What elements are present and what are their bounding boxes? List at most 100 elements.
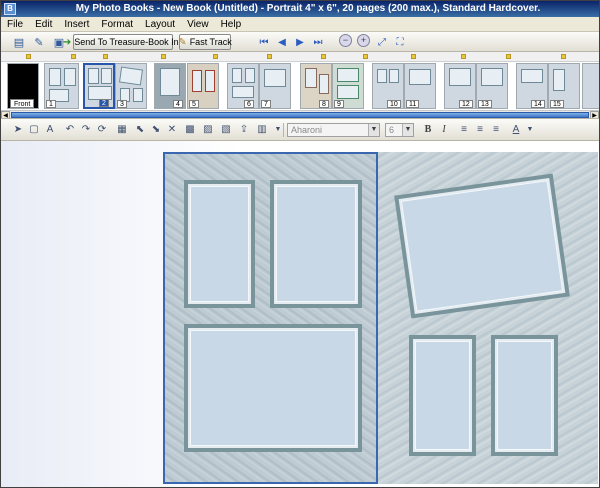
marker-icon (321, 54, 326, 59)
new-book-icon[interactable]: ▤ (11, 34, 27, 50)
thumbnail-page-1[interactable]: 1 (44, 63, 79, 109)
photo-slot[interactable] (497, 341, 552, 450)
undo-icon[interactable]: ↶ (63, 123, 77, 137)
app-window: B My Photo Books - New Book (Untitled) -… (0, 0, 600, 488)
previous-page-icon[interactable]: ◀ (275, 34, 289, 50)
menu-file[interactable]: File (1, 19, 29, 30)
photo-slot[interactable] (190, 186, 249, 302)
marker-icon (213, 54, 218, 59)
thumbnail-scrollbar[interactable]: ◀ ▶ (1, 110, 599, 118)
scrollbar-thumb[interactable] (11, 112, 589, 118)
background-icon[interactable]: ▨ (201, 123, 215, 137)
align-center-icon[interactable]: ≡ (473, 123, 487, 137)
align-right-icon[interactable]: ≡ (489, 123, 503, 137)
thumbnail-page-4[interactable]: 4 (154, 63, 186, 109)
thumbnail-label: Front (10, 99, 35, 108)
thumbnail-page-number: 4 (173, 100, 183, 108)
thumbnail-front[interactable]: Front (7, 63, 39, 109)
open-book-icon[interactable]: ✎ (31, 34, 47, 50)
next-page-icon[interactable]: ▶ (293, 34, 307, 50)
menu-view[interactable]: View (181, 19, 215, 30)
upload-icon[interactable]: ⇪ (237, 123, 251, 137)
menu-insert[interactable]: Insert (58, 19, 95, 30)
send-backward-icon[interactable]: ⬊ (149, 123, 163, 137)
thumbnail-page-number: 8 (319, 100, 329, 108)
menu-edit[interactable]: Edit (29, 19, 58, 30)
chart-icon[interactable]: ▥ (255, 123, 269, 137)
thumbnail-page-12[interactable]: 12 (444, 63, 476, 109)
thumbnail-page-5[interactable]: 5 (187, 63, 219, 109)
photo-frame[interactable] (270, 180, 362, 308)
refresh-icon[interactable]: ⟳ (95, 123, 109, 137)
photo-slot[interactable] (190, 330, 356, 446)
fast-track-button[interactable]: ✎ Fast Track (178, 34, 232, 50)
window-title: My Photo Books - New Book (Untitled) - P… (75, 3, 541, 14)
photo-slot[interactable] (276, 186, 356, 302)
scroll-left-icon[interactable]: ◀ (1, 111, 10, 118)
add-text-icon[interactable]: A (43, 123, 57, 137)
thumbnail-page-11[interactable]: 11 (404, 63, 436, 109)
photo-frame[interactable] (184, 180, 255, 308)
thumbnail-page-7[interactable]: 7 (259, 63, 291, 109)
menu-help[interactable]: Help (215, 19, 248, 30)
chevron-down-icon: ▼ (368, 124, 379, 136)
thumbnail-page-number: 2 (99, 99, 109, 107)
font-size-select[interactable]: 6 ▼ (385, 123, 414, 137)
thumbnail-page-number: 15 (550, 100, 564, 108)
thumbnail-page-3[interactable]: 3 (115, 63, 147, 109)
thumbnail-page-9[interactable]: 9 (332, 63, 364, 109)
image-icon[interactable]: ▩ (183, 123, 197, 137)
zoom-in-icon[interactable]: + (357, 34, 370, 47)
italic-button[interactable]: I (437, 123, 451, 137)
add-frame-icon[interactable]: ▢ (27, 123, 41, 137)
thumbnail-page-8[interactable]: 8 (300, 63, 332, 109)
thumbnail-page-number: 12 (459, 100, 473, 108)
crop-icon[interactable]: ▦ (115, 123, 129, 137)
page-canvas (1, 141, 599, 487)
delete-icon[interactable]: ✕ (165, 123, 179, 137)
app-icon: B (4, 3, 16, 15)
bold-button[interactable]: B (421, 123, 435, 137)
font-name-select[interactable]: Aharoni ▼ (287, 123, 380, 137)
pencil-icon: ✎ (178, 36, 187, 48)
fit-page-icon[interactable]: ⤢ (375, 34, 389, 50)
thumbnail-page-6[interactable]: 6 (227, 63, 259, 109)
text-color-icon[interactable]: A (509, 123, 523, 137)
text-color-dropdown-icon[interactable]: ▼ (523, 123, 537, 137)
thumbnail-page-number: 10 (387, 100, 401, 108)
first-page-icon[interactable]: ⏮ (257, 34, 271, 50)
menu-layout[interactable]: Layout (139, 19, 181, 30)
thumbnail-page-14[interactable]: 14 (516, 63, 548, 109)
scroll-right-icon[interactable]: ▶ (590, 111, 599, 118)
photo-effect-icon[interactable]: ▧ (219, 123, 233, 137)
thumbnail-page-number: 14 (531, 100, 545, 108)
photo-frame[interactable] (184, 324, 362, 452)
right-page[interactable] (378, 152, 598, 484)
menu-format[interactable]: Format (95, 19, 139, 30)
thumbnail-page-2[interactable]: 2 (83, 63, 115, 109)
thumbnail-page-10[interactable]: 10 (372, 63, 404, 109)
thumbnail-page-16[interactable] (582, 63, 599, 109)
redo-icon[interactable]: ↷ (79, 123, 93, 137)
full-screen-icon[interactable]: ⛶ (393, 34, 407, 50)
bring-forward-icon[interactable]: ⬉ (133, 123, 147, 137)
send-to-treasure-book-button[interactable]: ➔ Send To Treasure-Book Inc (63, 34, 183, 50)
thumbnail-marker-band (1, 52, 599, 62)
arrow-right-icon: ➔ (62, 36, 72, 48)
align-left-icon[interactable]: ≡ (457, 123, 471, 137)
menu-bar: File Edit Insert Format Layout View Help (1, 17, 599, 32)
pointer-icon[interactable]: ➤ (11, 123, 25, 137)
photo-frame[interactable] (409, 335, 476, 456)
photo-slot[interactable] (400, 180, 564, 312)
photo-slot[interactable] (415, 341, 470, 450)
thumbnail-page-number: 6 (244, 100, 254, 108)
last-page-icon[interactable]: ⏭ (311, 34, 325, 50)
chevron-down-icon: ▼ (402, 124, 413, 136)
photo-frame-rotated[interactable] (394, 173, 570, 319)
left-page[interactable] (163, 152, 378, 484)
zoom-out-icon[interactable]: − (339, 34, 352, 47)
photo-frame[interactable] (491, 335, 558, 456)
thumbnail-page-15[interactable]: 15 (548, 63, 580, 109)
marker-icon (411, 54, 416, 59)
thumbnail-page-13[interactable]: 13 (476, 63, 508, 109)
